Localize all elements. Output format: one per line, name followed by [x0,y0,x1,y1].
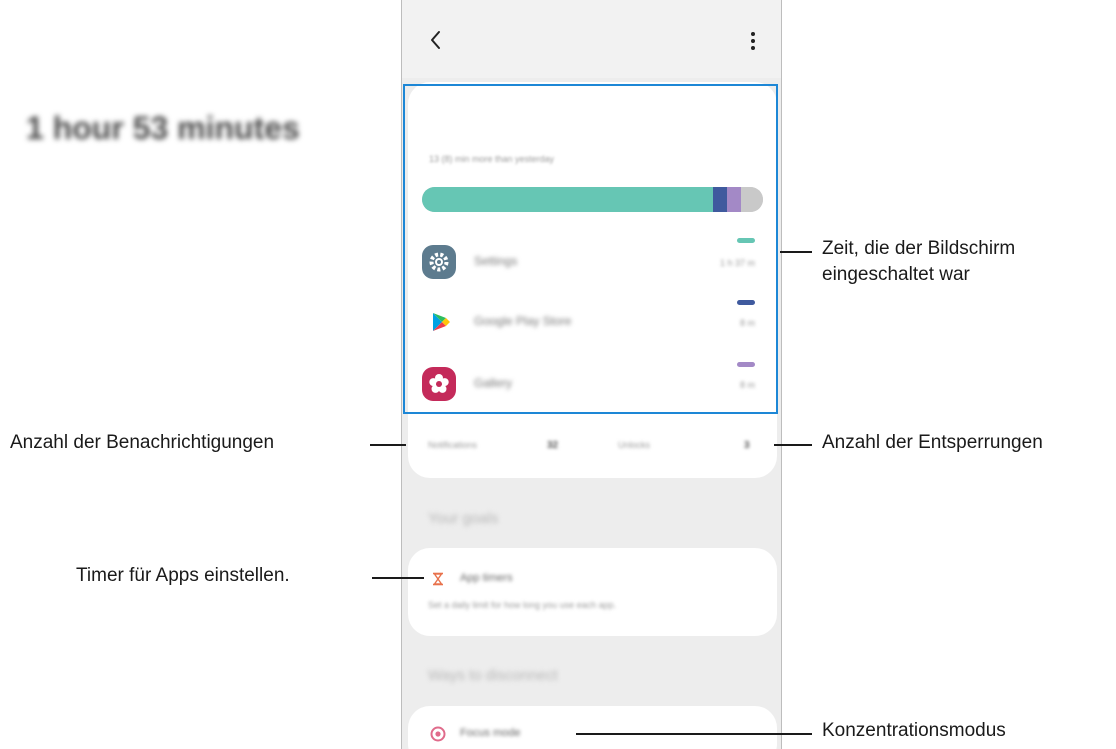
back-arrow-icon[interactable] [424,26,448,54]
unlocks-label: Unlocks [618,440,651,450]
callout-unlocks: Anzahl der Entsperrungen [822,432,1043,453]
callout-notifications: Anzahl der Benachrichtigungen [10,432,275,453]
callout-screen-time: Zeit, die der Bildschirm eingeschaltet w… [822,236,1015,288]
notifications-label: Notifications [428,440,478,450]
callout-screen-time-line1: Zeit, die der Bildschirm [822,238,1016,259]
notifications-count[interactable]: 32 [547,440,558,451]
top-bar [402,0,781,78]
screen-time-highlight [403,84,778,414]
app-timers-card[interactable] [408,548,777,636]
leader-line [370,444,406,446]
goals-header: Your goals [428,510,499,527]
app-timers-title[interactable]: App timers [460,572,513,584]
leader-line [774,444,812,446]
callout-focus-mode: Konzentrationsmodus [822,720,1006,741]
callout-screen-time-line2: eingeschaltet war [822,263,970,285]
disconnect-header: Ways to disconnect [428,667,558,684]
total-screen-time: 1 hour 53 minutes [26,110,300,146]
focus-target-icon [430,726,446,742]
app-timers-description: Set a daily limit for how long you use e… [428,600,617,610]
hourglass-icon [433,572,443,586]
more-options-icon[interactable] [747,28,759,54]
leader-line [372,577,424,579]
callout-app-timers: Timer für Apps einstellen. [76,565,290,586]
unlocks-count[interactable]: 3 [744,440,750,451]
leader-line [576,733,812,735]
leader-line [780,251,812,253]
focus-mode-title[interactable]: Focus mode [460,727,521,739]
